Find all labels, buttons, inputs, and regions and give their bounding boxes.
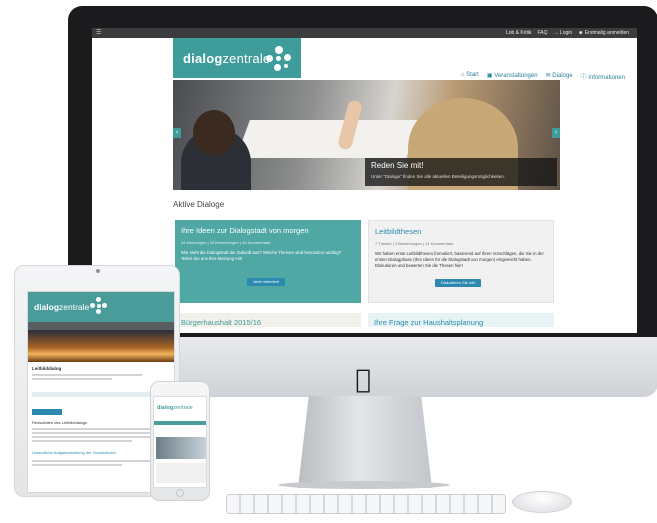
phone-menu-bar[interactable] — [154, 421, 206, 425]
text-line — [32, 436, 164, 438]
nav-events-label: Veranstaltungen — [494, 73, 538, 79]
iphone-home-button — [176, 489, 184, 497]
hero-photo-table — [236, 120, 420, 158]
dialog-card-title[interactable]: Ihre Frage zur Haushaltsplanung — [368, 313, 554, 327]
logo-text-part2: zentrale — [222, 51, 271, 66]
tablet-logo-part1: dialog — [34, 302, 60, 312]
nav-start-label: Start — [466, 72, 479, 78]
register-label: Erstmalig anmelden — [584, 30, 629, 36]
apple-logo-icon:  — [351, 366, 375, 394]
tablet-button[interactable] — [32, 409, 62, 415]
phone-logo[interactable]: dialogzentrale — [157, 405, 193, 411]
imac-stand-base — [278, 481, 450, 489]
mouse — [512, 491, 572, 513]
dialog-card[interactable]: Leitbildthesen 7 Thesen | 4 Bewertungen … — [368, 220, 554, 303]
hero-photo-head — [193, 110, 235, 156]
logo-text: dialogzentrale — [183, 51, 270, 66]
text-line — [32, 464, 122, 466]
ipad-camera — [96, 269, 100, 273]
nav-info-label: Informationen — [588, 75, 625, 81]
phone-header: dialogzentrale — [154, 397, 206, 419]
text-line — [32, 374, 142, 376]
text-line — [32, 440, 132, 442]
topbar-link-login[interactable]: → Login — [554, 29, 573, 37]
nav-dialogs-label: Dialoge — [552, 73, 573, 79]
login-label: Login — [559, 30, 573, 36]
tablet-page-title: Leitbilddialog — [32, 366, 62, 371]
logo-text-part1: dialog — [183, 51, 223, 66]
card-title[interactable]: Leitbildthesen — [375, 227, 421, 236]
logo-dots-icon — [266, 46, 292, 72]
dialog-card-title[interactable]: Bürgerhaushalt 2015/16 — [175, 313, 361, 327]
join-button[interactable]: Jetzt mitreden! — [247, 278, 286, 286]
card-meta: 7 Thesen | 4 Bewertungen | 14 Kommentare — [375, 241, 454, 246]
card-title[interactable]: Ihre Ideen zur Dialogstadt von morgen — [181, 226, 309, 235]
hero-title: Reden Sie mit! — [371, 161, 424, 170]
topbar-link-feedback[interactable]: Lob & Kritik — [506, 29, 532, 37]
slider-next-button[interactable]: › — [552, 128, 560, 138]
hero-caption: Reden Sie mit! Unter "Dialoge" finden Si… — [365, 158, 557, 186]
card-text: Wir haben erste Leitbildthesen formulier… — [375, 251, 544, 268]
text-line — [32, 428, 162, 430]
text-line — [32, 378, 112, 380]
topbar-links: Lob & Kritik FAQ → Login ☻ Erstmalig anm… — [506, 29, 629, 37]
phone-logo-part1: dialog — [157, 405, 174, 411]
menu-icon[interactable]: ☰ — [96, 29, 101, 37]
tablet-header: dialogzentrale — [28, 292, 174, 322]
text-line — [32, 432, 157, 434]
site-topbar: ☰ Lob & Kritik FAQ → Login ☻ Erstmalig a… — [92, 28, 637, 38]
phone-card[interactable] — [156, 463, 206, 483]
tablet-breadcrumb — [28, 322, 174, 330]
section-title: Aktive Dialoge — [173, 200, 225, 209]
tablet-logo-part2: zentrale — [59, 302, 90, 312]
nav-info[interactable]: ⓘ Informationen — [581, 72, 625, 81]
hero-slider: ‹ › Reden Sie mit! Unter "Dialoge" finde… — [173, 80, 560, 190]
dialog-card[interactable]: Ihre Ideen zur Dialogstadt von morgen 44… — [175, 220, 361, 303]
topbar-link-register[interactable]: ☻ Erstmalig anmelden — [578, 29, 629, 37]
tablet-logo[interactable]: dialogzentrale — [34, 302, 89, 312]
card-meta: 44 Meinungen | 32 Bewertungen | 45 Komme… — [181, 240, 271, 245]
hero-subtitle: Unter "Dialoge" finden Sie alle aktuelle… — [371, 174, 506, 179]
slider-prev-button[interactable]: ‹ — [173, 128, 181, 138]
discuss-button[interactable]: Diskutieren Sie mit! — [435, 279, 482, 287]
text-line — [32, 460, 152, 462]
keyboard — [226, 494, 506, 514]
tablet-hero-image — [28, 330, 174, 362]
tablet-link[interactable]: Ursachliche Aufgabenstellung der Hochsch… — [32, 450, 116, 455]
tablet-section-title: Ressultaten des Leitbilddialogs — [32, 420, 88, 425]
phone-logo-part2: zentrale — [173, 405, 193, 411]
logo-dots-icon — [90, 297, 108, 315]
topbar-link-faq[interactable]: FAQ — [538, 29, 548, 37]
phone-hero-image — [156, 437, 206, 459]
site-logo[interactable]: dialogzentrale — [173, 38, 301, 78]
phone-screen: dialogzentrale — [153, 396, 207, 488]
card-text: Wie sieht die Dialogstadt der Zukunft au… — [181, 250, 342, 261]
imac-stand — [298, 396, 432, 488]
